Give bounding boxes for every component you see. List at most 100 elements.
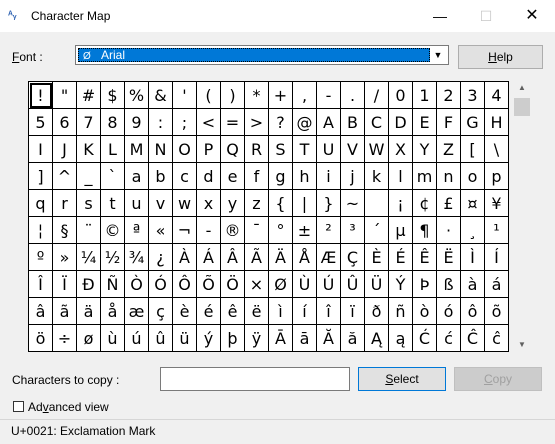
character-cell[interactable]: Ð [77, 271, 101, 298]
character-cell[interactable]: 4 [485, 82, 509, 109]
character-cell[interactable]: ð [365, 298, 389, 325]
advanced-view-label[interactable]: Advanced view [28, 400, 109, 414]
character-cell[interactable]: M [125, 136, 149, 163]
character-cell[interactable]: å [101, 298, 125, 325]
character-cell[interactable]: * [245, 82, 269, 109]
character-cell[interactable]: Ö [221, 271, 245, 298]
character-cell[interactable]: Ñ [101, 271, 125, 298]
character-cell[interactable]: J [53, 136, 77, 163]
character-cell[interactable]: ¾ [125, 244, 149, 271]
character-cell[interactable]: ¤ [461, 190, 485, 217]
character-cell[interactable]: ì [269, 298, 293, 325]
character-cell[interactable]: 5 [29, 109, 53, 136]
character-cell[interactable]: ½ [101, 244, 125, 271]
character-cell[interactable]: g [269, 163, 293, 190]
character-cell[interactable]: ° [269, 217, 293, 244]
character-cell[interactable]: ? [269, 109, 293, 136]
character-cell[interactable]: õ [485, 298, 509, 325]
character-cell[interactable]: 6 [53, 109, 77, 136]
character-cell[interactable]: 7 [77, 109, 101, 136]
character-cell[interactable]: o [461, 163, 485, 190]
character-cell[interactable]: 3 [461, 82, 485, 109]
character-cell[interactable]: Á [197, 244, 221, 271]
character-cell[interactable]: f [245, 163, 269, 190]
character-cell[interactable]: { [269, 190, 293, 217]
character-cell[interactable]: È [365, 244, 389, 271]
advanced-view-checkbox[interactable] [13, 401, 24, 413]
character-cell[interactable]: í [293, 298, 317, 325]
character-cell[interactable]: a [125, 163, 149, 190]
character-cell[interactable]: ã [53, 298, 77, 325]
character-cell[interactable]: V [341, 136, 365, 163]
character-cell[interactable]: × [245, 271, 269, 298]
scroll-down-arrow-icon[interactable]: ▼ [512, 338, 532, 352]
character-cell[interactable]: x [197, 190, 221, 217]
character-cell[interactable]: Ì [461, 244, 485, 271]
character-cell[interactable]: ¶ [413, 217, 437, 244]
advanced-view-option[interactable]: Advanced view [13, 399, 109, 414]
character-cell[interactable]: O [173, 136, 197, 163]
character-cell[interactable]: ô [461, 298, 485, 325]
character-cell[interactable]: U [317, 136, 341, 163]
character-cell[interactable]: Ú [317, 271, 341, 298]
character-cell[interactable]: Ā [269, 325, 293, 352]
character-cell[interactable]: i [317, 163, 341, 190]
character-cell[interactable]: À [173, 244, 197, 271]
character-cell[interactable]: F [437, 109, 461, 136]
character-cell[interactable]: m [413, 163, 437, 190]
character-cell[interactable]: Ă [317, 325, 341, 352]
character-cell[interactable]: » [53, 244, 77, 271]
character-cell[interactable]: ï [341, 298, 365, 325]
character-grid[interactable]: ! " # $% & '() * +, -./0 1 2 3 4 5 6 7 8 9:; < = >? @ A B C D E F G H… [28, 81, 509, 352]
character-cell[interactable]: d [197, 163, 221, 190]
character-cell[interactable]: c [173, 163, 197, 190]
character-cell[interactable]: µ [389, 217, 413, 244]
character-cell[interactable]: e [221, 163, 245, 190]
character-cell[interactable]: ë [245, 298, 269, 325]
character-cell[interactable]: - [317, 82, 341, 109]
character-cell[interactable]: æ [125, 298, 149, 325]
character-cell[interactable]: ¬ [173, 217, 197, 244]
character-cell[interactable]: Ç [341, 244, 365, 271]
character-cell[interactable]: \ [485, 136, 509, 163]
character-cell[interactable]: = [221, 109, 245, 136]
character-cell[interactable]: 0 [389, 82, 413, 109]
character-cell[interactable]: ā [293, 325, 317, 352]
character-cell[interactable]: ñ [389, 298, 413, 325]
character-cell[interactable]: à [461, 271, 485, 298]
character-cell[interactable]: ¥ [485, 190, 509, 217]
character-cell[interactable]: | [293, 190, 317, 217]
character-cell[interactable]: r [53, 190, 77, 217]
character-cell[interactable]: ` [101, 163, 125, 190]
character-cell[interactable]: t [101, 190, 125, 217]
character-cell[interactable]: A [317, 109, 341, 136]
character-cell[interactable]: Û [341, 271, 365, 298]
character-cell[interactable]: ; [173, 109, 197, 136]
character-cell[interactable]: & [149, 82, 173, 109]
character-cell[interactable]: é [197, 298, 221, 325]
character-cell[interactable]: ¡ [389, 190, 413, 217]
character-cell[interactable]: û [149, 325, 173, 352]
character-cell[interactable]: 8 [101, 109, 125, 136]
character-cell[interactable]: Ë [437, 244, 461, 271]
character-cell[interactable]: ¼ [77, 244, 101, 271]
character-cell[interactable]: Õ [197, 271, 221, 298]
minimize-button[interactable]: — [417, 0, 463, 32]
character-cell[interactable]: X [389, 136, 413, 163]
character-cell[interactable]: Ý [389, 271, 413, 298]
character-cell[interactable]: K [77, 136, 101, 163]
character-cell[interactable]: . [341, 82, 365, 109]
character-cell[interactable]: ¸ [461, 217, 485, 244]
character-cell[interactable]: º [29, 244, 53, 271]
character-cell[interactable]: î [317, 298, 341, 325]
character-cell[interactable]: ^ [53, 163, 77, 190]
character-cell[interactable]: Ï [53, 271, 77, 298]
character-cell[interactable]: ê [221, 298, 245, 325]
character-cell[interactable]: 2 [437, 82, 461, 109]
character-cell[interactable]: Ô [173, 271, 197, 298]
character-cell[interactable]: Ó [149, 271, 173, 298]
character-cell[interactable]: B [341, 109, 365, 136]
character-cell[interactable]: ý [197, 325, 221, 352]
character-cell[interactable]: T [293, 136, 317, 163]
character-cell[interactable]: ù [101, 325, 125, 352]
